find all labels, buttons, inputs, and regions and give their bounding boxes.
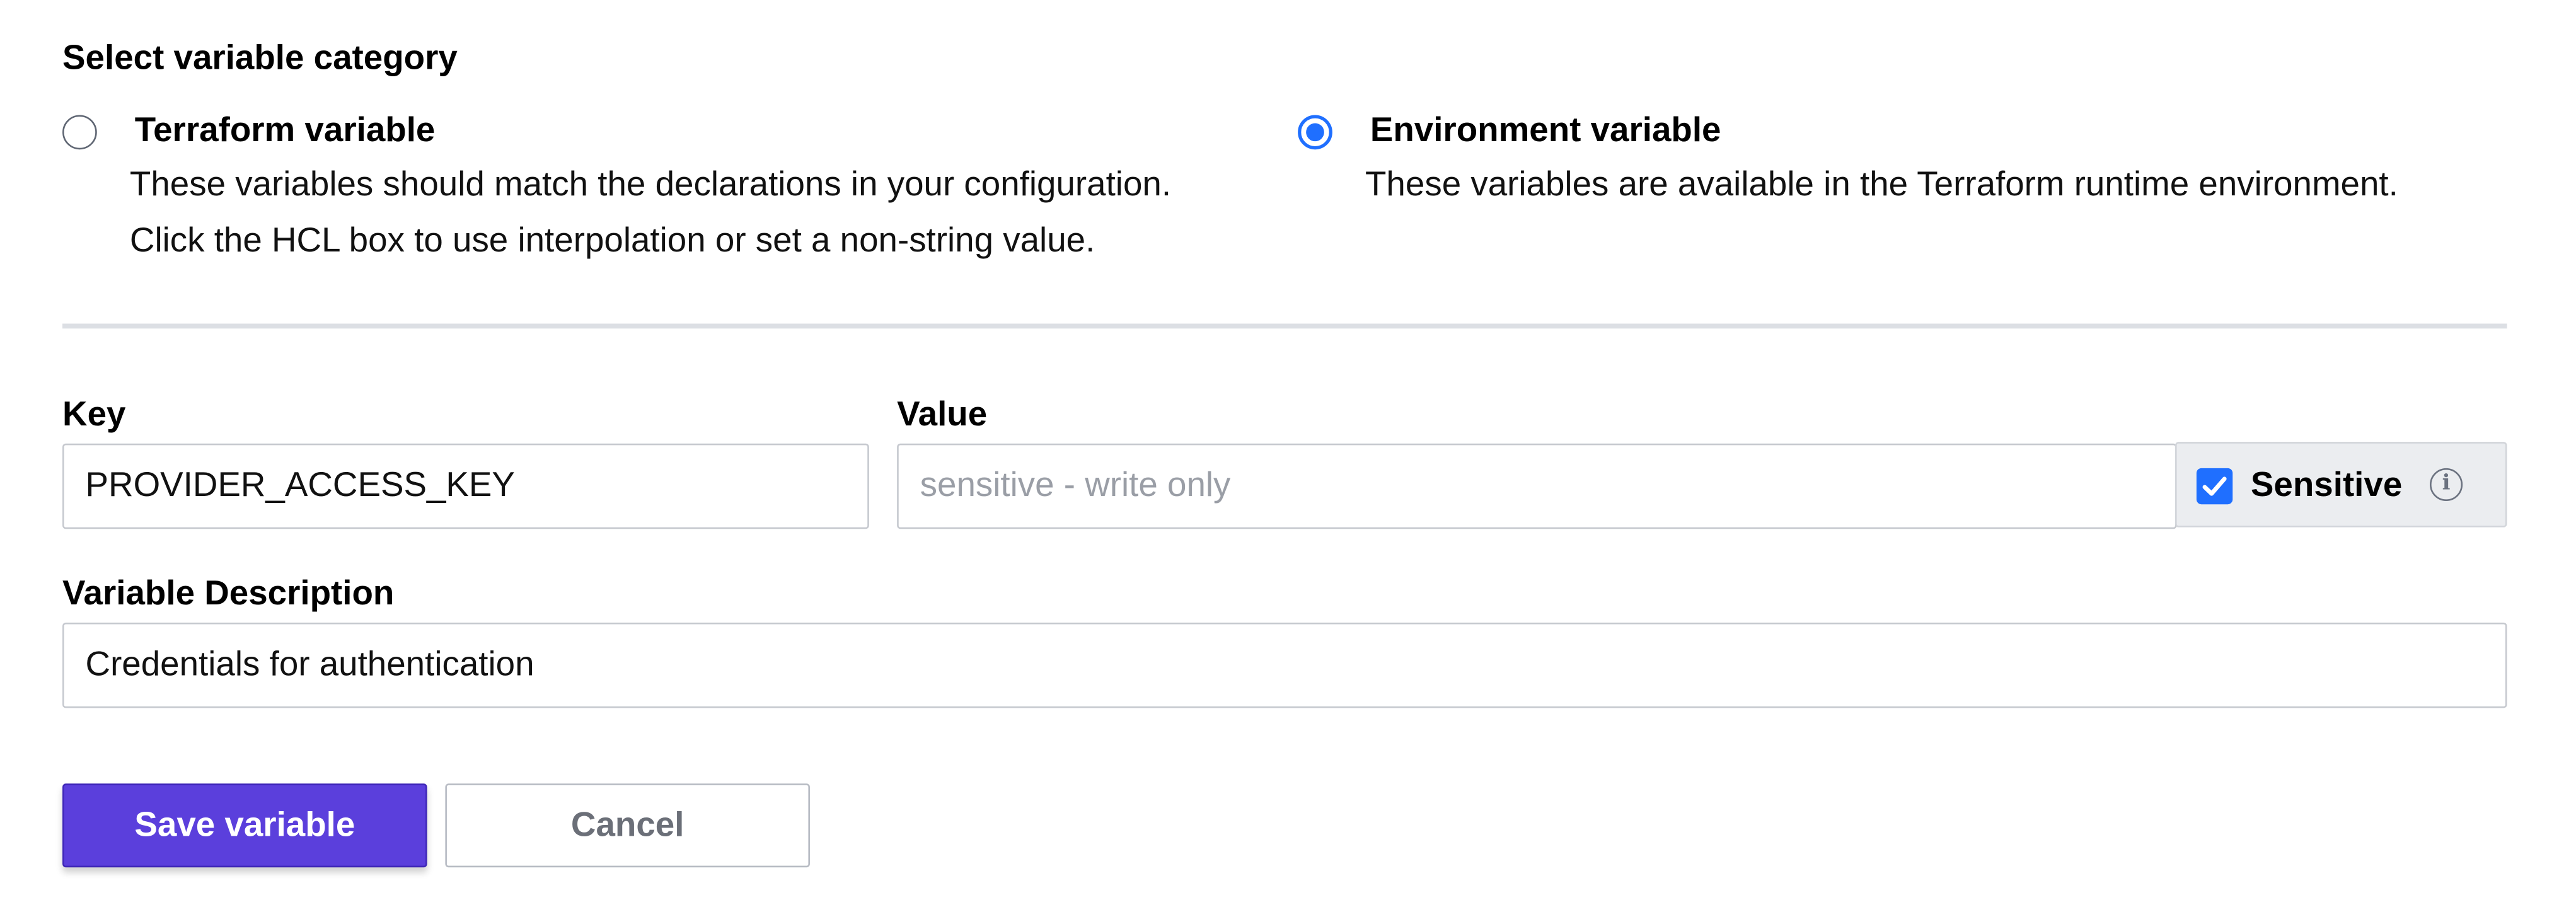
section-divider: [62, 323, 2507, 329]
check-icon: [2202, 476, 2227, 496]
sensitive-label[interactable]: Sensitive: [2251, 465, 2402, 508]
terraform-variable-title[interactable]: Terraform variable: [135, 110, 436, 153]
description-input[interactable]: Credentials for authentication: [62, 622, 2507, 708]
environment-variable-title[interactable]: Environment variable: [1370, 110, 1721, 153]
info-circle-icon[interactable]: i: [2430, 468, 2463, 501]
terraform-variable-description-line-1: These variables should match the declara…: [129, 166, 1172, 204]
environment-variable-radio[interactable]: [1298, 115, 1332, 150]
info-glyph: i: [2442, 471, 2451, 497]
key-label: Key: [62, 396, 126, 434]
cancel-button[interactable]: Cancel: [445, 783, 811, 868]
terraform-variable-description-line-2: Click the HCL box to use interpolation o…: [129, 221, 1095, 260]
terraform-variable-radio[interactable]: [62, 115, 97, 150]
save-variable-button[interactable]: Save variable: [62, 783, 427, 868]
sensitive-checkbox[interactable]: [2196, 468, 2233, 505]
value-label: Value: [897, 396, 988, 434]
environment-variable-description: These variables are available in the Ter…: [1365, 166, 2398, 204]
value-input[interactable]: sensitive - write only: [897, 443, 2177, 529]
key-input[interactable]: PROVIDER_ACCESS_KEY: [62, 443, 869, 529]
variable-form: Select variable category Terraform varia…: [0, 0, 2576, 916]
description-label: Variable Description: [62, 575, 395, 613]
category-heading: Select variable category: [62, 39, 458, 78]
